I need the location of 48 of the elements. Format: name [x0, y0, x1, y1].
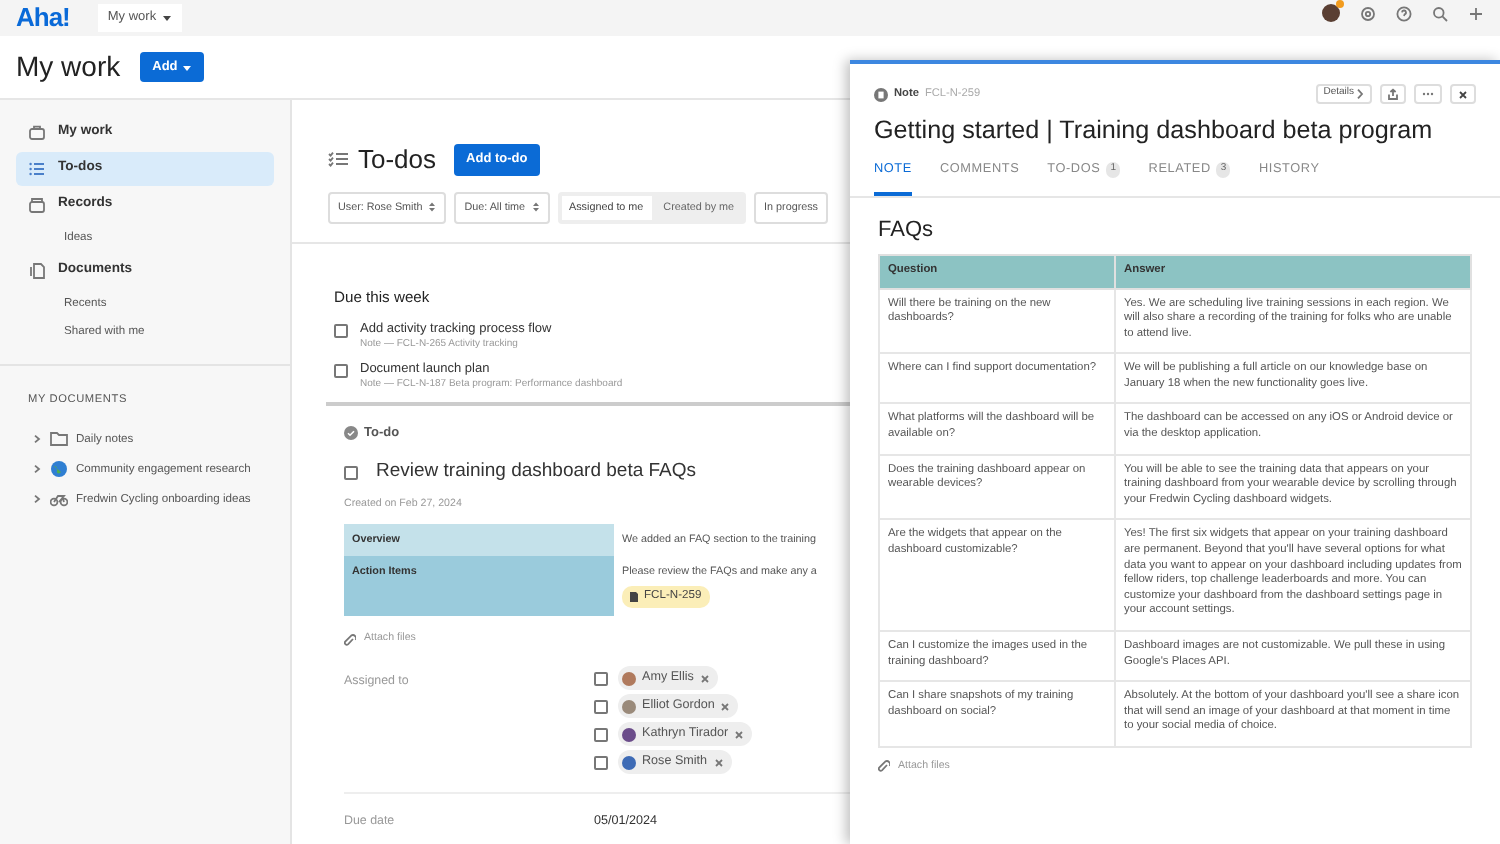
list-icon — [28, 160, 46, 178]
folder-icon — [50, 430, 68, 449]
settings-icon[interactable] — [1360, 5, 1376, 21]
remove-icon[interactable] — [720, 701, 731, 712]
help-icon[interactable] — [1396, 5, 1412, 21]
caret-icon — [162, 14, 173, 22]
documents-icon — [28, 261, 46, 280]
remove-icon[interactable] — [699, 673, 710, 684]
checklist-icon — [328, 150, 348, 169]
section-title: To-dos — [358, 144, 437, 176]
briefcase-icon — [28, 124, 46, 142]
notification-dot — [1336, 0, 1344, 8]
share-icon — [1388, 88, 1398, 100]
chevron-right-icon — [1356, 88, 1364, 100]
page-title: My work — [16, 50, 121, 84]
section-heading: FAQs — [878, 217, 936, 244]
globe-icon — [50, 460, 68, 479]
logo[interactable]: Aha! — [16, 0, 70, 38]
remove-icon[interactable] — [734, 729, 745, 740]
chevron-right-icon[interactable] — [32, 434, 42, 445]
avatar-icon[interactable] — [1322, 4, 1340, 22]
tray-icon — [28, 196, 46, 214]
bicycle-icon — [50, 490, 68, 509]
sort-icon — [531, 200, 540, 215]
checkbox[interactable] — [344, 465, 358, 480]
paperclip-icon — [878, 760, 890, 775]
sort-icon — [428, 200, 437, 215]
chevron-right-icon[interactable] — [32, 464, 42, 475]
caret-icon — [181, 63, 192, 71]
checkbox[interactable] — [594, 756, 608, 771]
chevron-right-icon[interactable] — [32, 494, 42, 505]
panel-title: Getting started | Training dashboard beta program — [872, 114, 1435, 147]
note-icon — [874, 87, 888, 101]
checkbox[interactable] — [594, 672, 608, 687]
remove-icon[interactable] — [713, 757, 724, 768]
search-icon[interactable] — [1432, 5, 1448, 21]
check-circle-icon — [344, 426, 358, 441]
document-icon — [630, 591, 638, 602]
checkbox[interactable] — [594, 700, 608, 715]
checkbox[interactable] — [594, 728, 608, 743]
todo-title: Review training dashboard beta FAQs — [376, 457, 697, 486]
share-button[interactable] — [1380, 84, 1406, 104]
close-button[interactable] — [1450, 84, 1476, 104]
checkbox[interactable] — [334, 363, 348, 378]
checkbox[interactable] — [334, 323, 348, 338]
paperclip-icon — [344, 633, 356, 648]
plus-icon[interactable] — [1468, 5, 1484, 21]
close-icon — [1458, 89, 1468, 99]
